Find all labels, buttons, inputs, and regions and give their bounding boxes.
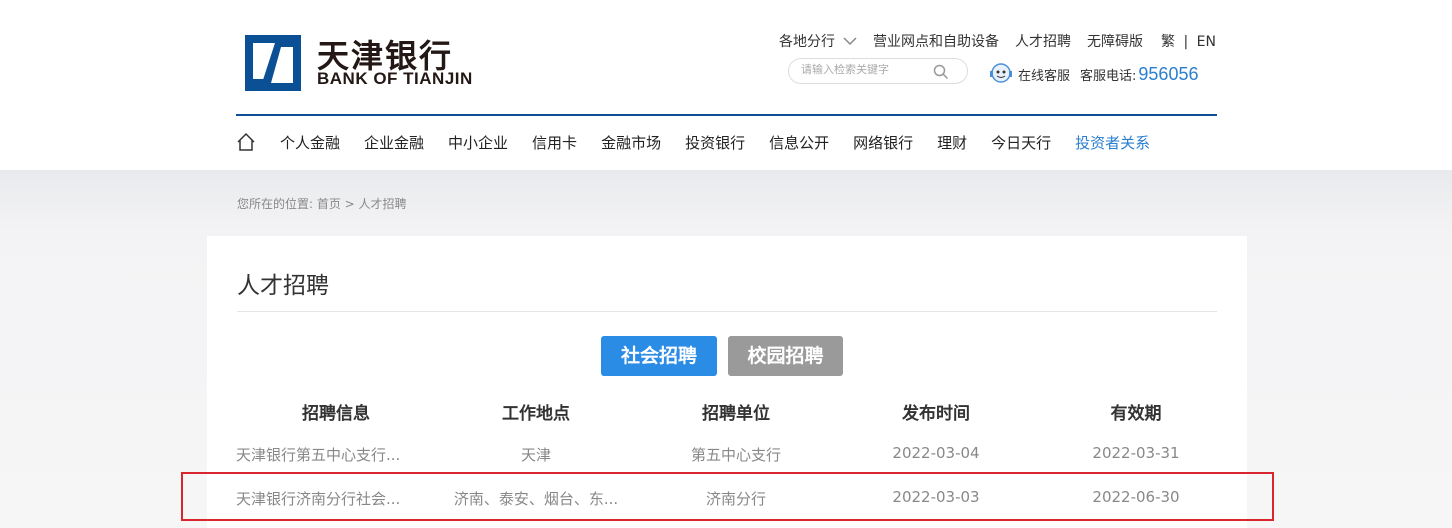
home-icon[interactable] [236, 132, 256, 152]
title-divider [237, 311, 1217, 312]
logo-mark-icon [245, 35, 301, 91]
hotline-number: 956056 [1138, 63, 1199, 84]
highlight-box [181, 472, 1274, 521]
logo-english-name: BANK OF TIANJIN [317, 69, 473, 88]
header-unit: 招聘单位 [702, 404, 770, 424]
chevron-down-icon [843, 37, 857, 46]
nav-corporate-finance[interactable]: 企业金融 [364, 132, 424, 153]
page-title: 人才招聘 [237, 273, 329, 299]
hotline-label: 客服电话: [1080, 68, 1137, 84]
nav-online-banking[interactable]: 网络银行 [853, 132, 913, 153]
lang-traditional-link[interactable]: 繁 [1161, 34, 1175, 50]
breadcrumb: 您所在的位置: 首页 > 人才招聘 [237, 197, 407, 211]
tab-social-recruitment[interactable]: 社会招聘 [601, 336, 717, 376]
job-location: 天津 [520, 446, 551, 464]
nav-wealth-management[interactable]: 理财 [937, 132, 967, 153]
nav-disclosure[interactable]: 信息公开 [769, 132, 829, 153]
nav-investor-relations[interactable]: 投资者关系 [1075, 132, 1150, 153]
region-branches-link[interactable]: 各地分行 [779, 31, 857, 51]
nav-sme[interactable]: 中小企业 [448, 132, 508, 153]
search-box [788, 58, 968, 84]
job-title-link[interactable]: 天津银行第五中心支行... [236, 444, 436, 465]
accessible-version-link[interactable]: 无障碍版 [1087, 31, 1143, 51]
nav-credit-card[interactable]: 信用卡 [532, 132, 577, 153]
top-links: 各地分行 营业网点和自助设备 人才招聘 无障碍版 繁 | EN [763, 31, 1216, 51]
nav-financial-markets[interactable]: 金融市场 [601, 132, 661, 153]
main-nav: 个人金融 企业金融 中小企业 信用卡 金融市场 投资银行 信息公开 网络银行 理… [236, 130, 1174, 154]
lang-separator: | [1183, 34, 1189, 50]
customer-service: 在线客服 客服电话: 956056 [988, 60, 1198, 88]
table-row[interactable]: 天津银行第五中心支行... 天津 第五中心支行 2022-03-04 2022-… [236, 444, 1236, 465]
service-avatar-icon [990, 63, 1012, 83]
bank-logo[interactable]: 天津银行 BANK OF TIANJIN [245, 33, 505, 93]
job-valid-until: 2022-03-31 [1092, 444, 1180, 462]
nav-personal-finance[interactable]: 个人金融 [280, 132, 340, 153]
region-branches-label: 各地分行 [779, 34, 836, 50]
job-unit: 第五中心支行 [690, 446, 781, 464]
search-input[interactable] [801, 63, 931, 76]
header-job-info: 招聘信息 [302, 404, 370, 424]
nav-today[interactable]: 今日天行 [991, 132, 1051, 153]
nav-investment-banking[interactable]: 投资银行 [685, 132, 745, 153]
header-valid-until: 有效期 [1110, 404, 1162, 424]
language-switch: 繁 | EN [1161, 31, 1216, 51]
table-header: 招聘信息 工作地点 招聘单位 发布时间 有效期 [236, 399, 1236, 424]
nav-divider [236, 114, 1217, 116]
lang-english-link[interactable]: EN [1197, 34, 1216, 50]
outlets-link[interactable]: 营业网点和自助设备 [873, 31, 999, 51]
header-publish-date: 发布时间 [902, 404, 970, 424]
careers-link[interactable]: 人才招聘 [1015, 31, 1071, 51]
header-location: 工作地点 [502, 404, 570, 424]
online-service-link[interactable]: 在线客服 [1018, 65, 1070, 84]
header: 天津银行 BANK OF TIANJIN 各地分行 营业网点和自助设备 人才招聘… [0, 0, 1452, 170]
job-publish-date: 2022-03-04 [892, 444, 980, 462]
tab-campus-recruitment[interactable]: 校园招聘 [728, 336, 843, 376]
search-icon[interactable] [933, 64, 949, 80]
